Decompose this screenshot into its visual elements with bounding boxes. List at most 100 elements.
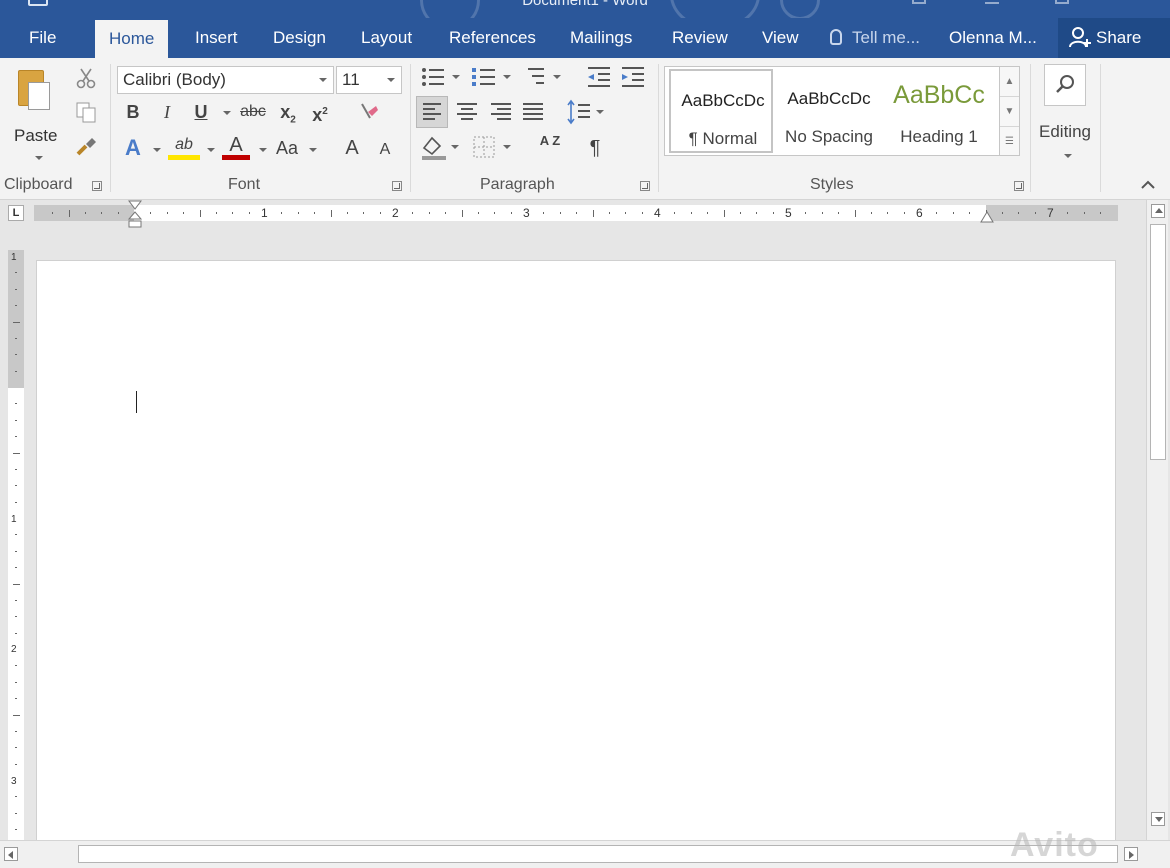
font-color-chevron-icon[interactable]: [259, 148, 267, 152]
ruler-tick: [314, 212, 316, 214]
style-heading-1[interactable]: AaBbCc Heading 1: [887, 69, 991, 153]
font-name-select[interactable]: Calibri (Body): [117, 66, 334, 94]
justify-button[interactable]: [518, 97, 548, 127]
align-center-button[interactable]: [452, 97, 482, 127]
align-right-button[interactable]: [486, 97, 516, 127]
sort-button[interactable]: A Z: [536, 134, 564, 162]
ruler-tick: [723, 209, 725, 217]
font-size-select[interactable]: 11: [336, 66, 402, 94]
font-launcher-icon[interactable]: [392, 181, 402, 191]
decrease-indent-icon[interactable]: [584, 64, 614, 90]
paragraph-launcher-icon[interactable]: [640, 181, 650, 191]
strikethrough-button[interactable]: abc: [236, 98, 270, 126]
tab-mailings[interactable]: Mailings: [570, 18, 632, 58]
font-color-button[interactable]: A: [222, 134, 250, 160]
line-spacing-button[interactable]: [564, 97, 610, 127]
subscript-button[interactable]: x2: [274, 98, 302, 126]
ruler-tick: [559, 212, 561, 214]
paste-label: Paste: [14, 126, 58, 145]
text-effects-button[interactable]: A: [120, 134, 146, 162]
ribbon-display-icon[interactable]: [912, 0, 926, 4]
ruler-tick: [12, 714, 20, 716]
ruler-tick: [281, 212, 283, 214]
text-effects-chevron-icon[interactable]: [153, 148, 161, 152]
maximize-icon[interactable]: [1055, 0, 1069, 4]
ruler-number: 2: [11, 644, 17, 655]
group-label-styles: Styles: [810, 176, 854, 193]
ruler-tick: [15, 763, 17, 765]
highlight-chevron-icon[interactable]: [207, 148, 215, 152]
bold-button[interactable]: B: [120, 98, 146, 126]
title-bar: Document1 - Word: [0, 0, 1170, 18]
collapse-ribbon-icon[interactable]: [1140, 178, 1156, 192]
tab-review[interactable]: Review: [672, 18, 728, 58]
style-name: ¶ Normal: [688, 129, 758, 148]
tab-design[interactable]: Design: [273, 18, 326, 58]
tab-references[interactable]: References: [449, 18, 536, 58]
user-account[interactable]: Olenna M...: [949, 18, 1037, 58]
scroll-up-icon[interactable]: [1151, 204, 1165, 218]
change-case-button[interactable]: Aa: [272, 134, 302, 162]
highlight-button[interactable]: ab: [168, 134, 200, 160]
clear-formatting-icon[interactable]: [356, 100, 380, 124]
minimize-icon[interactable]: [985, 0, 999, 4]
ruler-tick: [969, 212, 971, 214]
group-divider: [110, 64, 111, 192]
change-case-chevron-icon[interactable]: [309, 148, 317, 152]
clipboard-launcher-icon[interactable]: [92, 181, 102, 191]
chevron-down-icon[interactable]: ▼: [1000, 97, 1019, 127]
scroll-left-icon[interactable]: [4, 847, 18, 861]
ruler-tick: [15, 681, 17, 683]
underline-options-chevron-icon[interactable]: [223, 111, 231, 115]
styles-launcher-icon[interactable]: [1014, 181, 1024, 191]
shading-button[interactable]: [418, 132, 466, 162]
increase-indent-icon[interactable]: [618, 64, 648, 90]
superscript-button[interactable]: x2: [306, 98, 334, 126]
paste-paper-icon: [28, 82, 50, 110]
horizontal-scrollbar[interactable]: [0, 840, 1170, 868]
bullets-button[interactable]: [418, 64, 470, 90]
document-page[interactable]: [36, 260, 1116, 840]
more-styles-icon[interactable]: ☰: [1000, 127, 1019, 157]
ruler-tick: [15, 550, 17, 552]
scroll-right-icon[interactable]: [1124, 847, 1138, 861]
cut-icon[interactable]: [74, 66, 98, 90]
borders-button[interactable]: [470, 132, 518, 162]
numbering-button[interactable]: [470, 64, 520, 90]
show-formatting-marks-button[interactable]: ¶: [582, 134, 608, 162]
vertical-scrollbar[interactable]: [1146, 200, 1168, 840]
share-button[interactable]: Share: [1058, 18, 1170, 58]
tab-layout[interactable]: Layout: [361, 18, 412, 58]
ruler-tick: [15, 812, 17, 814]
style-normal[interactable]: AaBbCcDc ¶ Normal: [669, 69, 773, 153]
style-no-spacing[interactable]: AaBbCcDc No Spacing: [777, 69, 881, 153]
tab-selector[interactable]: L: [8, 205, 24, 221]
ruler-tick: [15, 337, 17, 339]
scroll-thumb[interactable]: [78, 845, 1118, 863]
tell-me-search[interactable]: Tell me...: [830, 18, 920, 58]
scroll-thumb[interactable]: [1150, 224, 1166, 460]
editing-button[interactable]: Editing: [1036, 64, 1094, 170]
tab-file[interactable]: File: [29, 18, 56, 58]
indent-marker[interactable]: [127, 200, 143, 228]
chevron-down-icon[interactable]: [35, 156, 43, 160]
scroll-down-icon[interactable]: [1151, 812, 1165, 826]
copy-icon[interactable]: [74, 100, 98, 124]
tab-view[interactable]: View: [762, 18, 799, 58]
ruler-tick: [461, 209, 463, 217]
format-painter-icon[interactable]: [74, 134, 98, 158]
ruler-tick: [838, 212, 840, 214]
ruler-tick: [854, 209, 856, 217]
ruler-tick: [1001, 212, 1003, 214]
shrink-font-button[interactable]: A: [374, 136, 396, 164]
underline-button[interactable]: U: [188, 98, 214, 126]
tab-home[interactable]: Home: [95, 20, 169, 58]
chevron-up-icon[interactable]: ▲: [1000, 67, 1019, 97]
tab-insert[interactable]: Insert: [195, 18, 238, 58]
right-indent-marker[interactable]: [980, 210, 994, 224]
italic-button[interactable]: I: [154, 98, 180, 126]
align-left-button[interactable]: [416, 96, 448, 128]
multilevel-list-button[interactable]: [520, 64, 570, 90]
grow-font-button[interactable]: A: [340, 134, 364, 162]
paste-button[interactable]: Paste: [6, 64, 68, 170]
